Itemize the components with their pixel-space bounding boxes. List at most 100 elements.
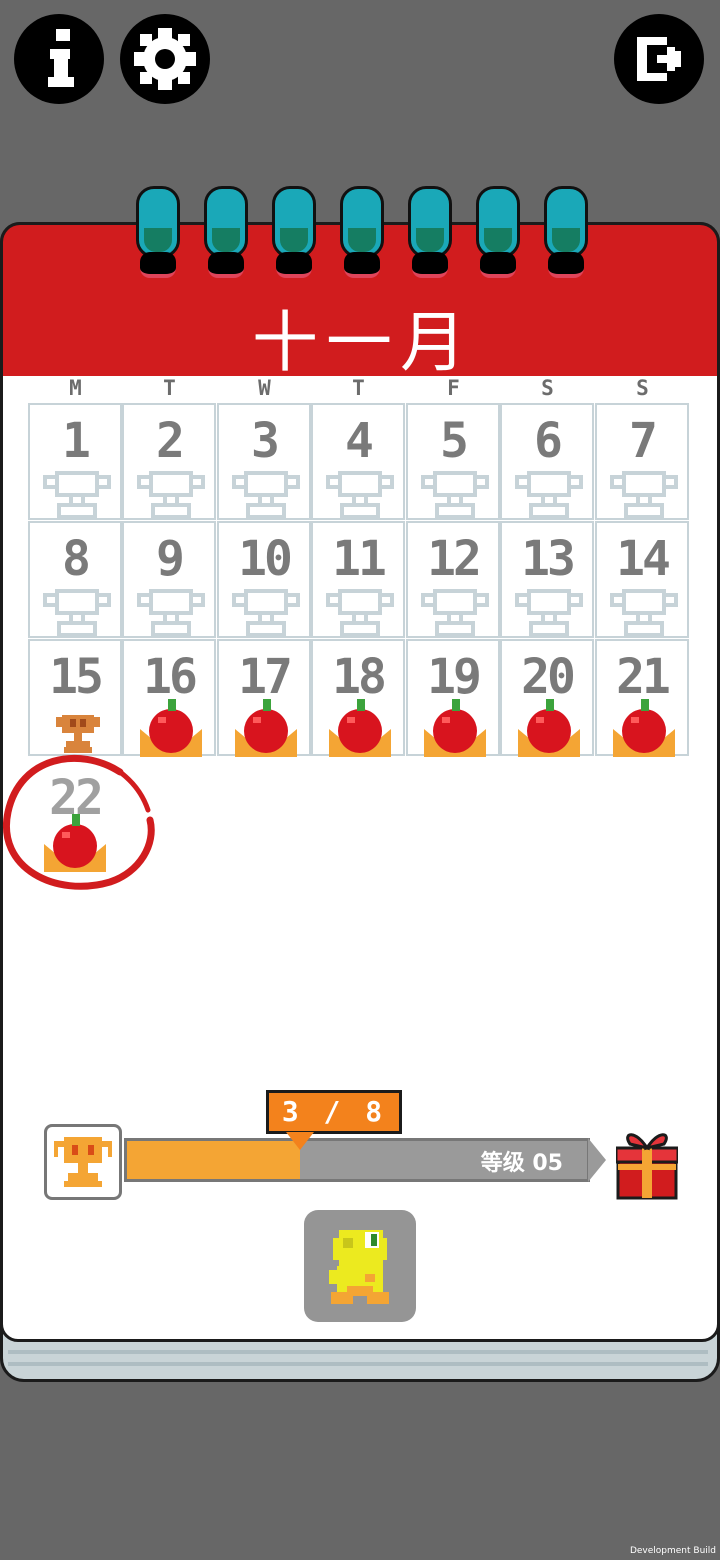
- day-cell[interactable]: 21: [595, 639, 689, 757]
- level-label: 等级 05: [480, 1151, 563, 1176]
- apple-crown-icon: [613, 699, 675, 757]
- day-cell[interactable]: 3: [217, 403, 311, 520]
- month-title: 十一月: [252, 304, 474, 381]
- empty-trophy-icon: [326, 471, 394, 519]
- day-number: 13: [521, 531, 576, 587]
- day-number: 9: [156, 531, 185, 587]
- empty-trophy-icon: [232, 589, 300, 637]
- day-number: 15: [49, 649, 104, 705]
- day-cell[interactable]: 10: [217, 521, 311, 638]
- day-cell[interactable]: 2: [122, 403, 216, 520]
- day-cell[interactable]: 17: [217, 639, 311, 757]
- character-button[interactable]: [304, 1210, 416, 1322]
- day-cell[interactable]: 1: [28, 403, 122, 520]
- day-number: 8: [62, 531, 91, 587]
- day-number: 7: [629, 413, 658, 469]
- apple-crown-icon: [518, 699, 580, 757]
- empty-trophy-icon: [137, 589, 205, 637]
- level-progress-fill: [127, 1141, 300, 1179]
- day-cell[interactable]: 18: [311, 639, 405, 757]
- progress-bar-arrow: [588, 1138, 606, 1182]
- binder-ring: [476, 186, 520, 286]
- apple-crown-icon: [329, 699, 391, 757]
- day-cell[interactable]: 14: [595, 521, 689, 638]
- empty-trophy-icon: [43, 589, 111, 637]
- bronze-trophy-icon: [56, 715, 100, 753]
- day-number: 17: [238, 649, 293, 705]
- binder-ring: [272, 186, 316, 286]
- day-number: 12: [427, 531, 482, 587]
- progress-count-badge: 3 / 8: [266, 1090, 402, 1134]
- day-number: 4: [345, 413, 374, 469]
- gear-icon: [134, 28, 196, 90]
- gift-button[interactable]: [614, 1126, 680, 1204]
- gift-icon: [614, 1133, 680, 1200]
- trophy-icon: [54, 1137, 112, 1187]
- day-number: 16: [143, 649, 198, 705]
- apple-crown-icon: [235, 699, 297, 757]
- trophy-button[interactable]: [44, 1124, 122, 1200]
- day-cell[interactable]: 15: [28, 639, 122, 756]
- day-cell[interactable]: 9: [122, 521, 216, 638]
- today-circle-mark: [3, 755, 155, 890]
- empty-trophy-icon: [515, 471, 583, 519]
- empty-trophy-icon: [421, 471, 489, 519]
- binder-ring: [136, 186, 180, 286]
- day-cell[interactable]: 6: [500, 403, 594, 520]
- settings-button[interactable]: [120, 14, 210, 104]
- empty-trophy-icon: [326, 589, 394, 637]
- dev-build-label: Development Build: [629, 1546, 716, 1556]
- info-button[interactable]: [14, 14, 104, 104]
- progress-area: 等级 05 3 / 8: [40, 1088, 690, 1208]
- day-cell[interactable]: 5: [406, 403, 500, 520]
- weekday-label: T: [163, 376, 176, 400]
- binder-ring: [340, 186, 384, 286]
- weekday-label: W: [258, 376, 271, 400]
- frog-character-icon: [329, 1230, 389, 1304]
- apple-crown-icon: [140, 699, 202, 757]
- apple-crown-icon: [424, 699, 486, 757]
- empty-trophy-icon: [610, 589, 678, 637]
- page-line: [8, 1350, 708, 1354]
- day-cell[interactable]: 13: [500, 521, 594, 638]
- weekday-label: M: [69, 376, 82, 400]
- day-cell[interactable]: 19: [406, 639, 500, 757]
- day-number: 14: [616, 531, 671, 587]
- exit-button[interactable]: [614, 14, 704, 104]
- empty-trophy-icon: [232, 471, 300, 519]
- day-cell[interactable]: 8: [28, 521, 122, 638]
- badge-pointer: [286, 1132, 314, 1150]
- day-number: 19: [427, 649, 482, 705]
- day-number: 20: [521, 649, 576, 705]
- day-cell[interactable]: 11: [311, 521, 405, 638]
- day-cell[interactable]: 20: [500, 639, 594, 757]
- day-cell[interactable]: 12: [406, 521, 500, 638]
- weekday-label: T: [352, 376, 365, 400]
- day-number: 1: [62, 413, 91, 469]
- weekday-label: S: [636, 376, 649, 400]
- info-icon: [48, 29, 74, 87]
- day-cell[interactable]: 7: [595, 403, 689, 520]
- day-number: 3: [251, 413, 280, 469]
- weekday-label: S: [541, 376, 554, 400]
- empty-trophy-icon: [515, 589, 583, 637]
- day-number: 18: [332, 649, 387, 705]
- day-number: 2: [156, 413, 185, 469]
- day-number: 21: [616, 649, 671, 705]
- binder-ring: [408, 186, 452, 286]
- day-number: 6: [534, 413, 563, 469]
- weekday-label: F: [447, 376, 460, 400]
- day-number: 5: [440, 413, 469, 469]
- day-number: 11: [332, 531, 387, 587]
- empty-trophy-icon: [137, 471, 205, 519]
- binder-ring: [544, 186, 588, 286]
- binder-ring: [204, 186, 248, 286]
- day-cell[interactable]: 4: [311, 403, 405, 520]
- exit-icon: [637, 37, 681, 81]
- page-line: [8, 1362, 708, 1366]
- empty-trophy-icon: [421, 589, 489, 637]
- day-cell[interactable]: 16: [122, 639, 216, 757]
- day-number: 10: [238, 531, 293, 587]
- level-progress-bar: 等级 05: [124, 1138, 590, 1182]
- empty-trophy-icon: [43, 471, 111, 519]
